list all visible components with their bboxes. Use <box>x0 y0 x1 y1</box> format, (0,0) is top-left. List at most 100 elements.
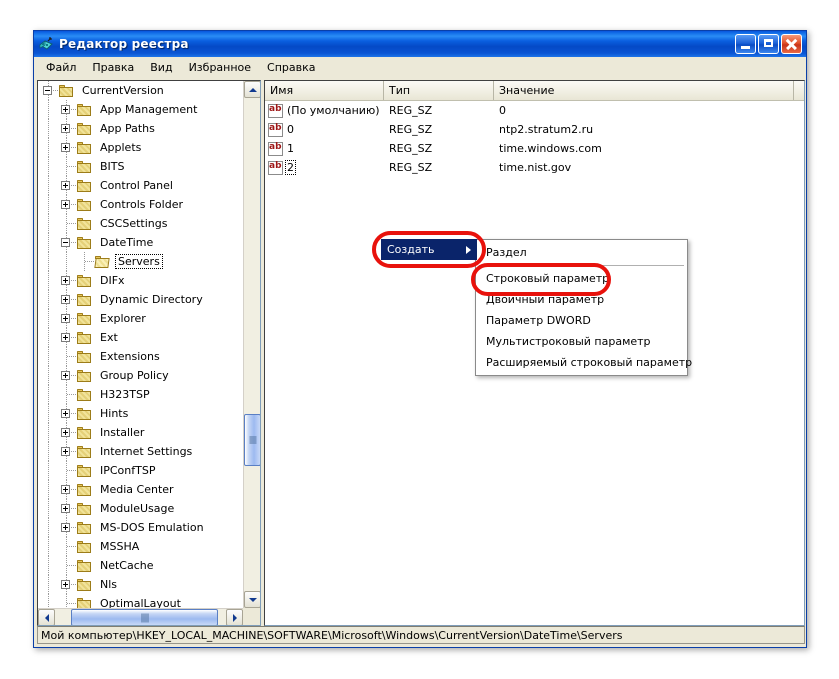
tree-item-label: H323TSP <box>100 388 150 401</box>
expand-icon[interactable] <box>58 138 76 157</box>
title-bar[interactable]: Редактор реестра <box>34 31 806 57</box>
collapse-icon[interactable] <box>58 233 76 252</box>
folder-icon <box>76 407 94 421</box>
context-menu-item[interactable]: Раздел <box>476 242 687 263</box>
maximize-button[interactable] <box>758 34 779 54</box>
create-submenu: Раздел Строковый параметр Двоичный парамет… <box>475 239 692 376</box>
registry-editor-icon <box>38 36 54 52</box>
tree-indent <box>40 271 58 290</box>
tree-item-group-policy[interactable]: Group Policy <box>38 366 243 385</box>
tree-item-nls[interactable]: Nls <box>38 575 243 594</box>
expand-icon[interactable] <box>58 575 76 594</box>
expand-icon[interactable] <box>58 271 76 290</box>
collapse-icon[interactable] <box>40 81 58 100</box>
tree-item-installer[interactable]: Installer <box>38 423 243 442</box>
scroll-up-button[interactable] <box>244 81 260 98</box>
tree-item-hints[interactable]: Hints <box>38 404 243 423</box>
value-name-cell: (По умолчанию) <box>265 103 384 118</box>
tree-vscroll-thumb[interactable] <box>244 414 260 466</box>
tree-connector <box>58 157 76 176</box>
tree-item-internet-settings[interactable]: Internet Settings <box>38 442 243 461</box>
tree-item-label: DateTime <box>100 236 154 249</box>
close-button[interactable] <box>781 34 802 54</box>
expand-icon[interactable] <box>58 442 76 461</box>
folder-icon <box>76 388 94 402</box>
context-menu-item[interactable]: Мультистроковый параметр <box>476 331 687 352</box>
table-row[interactable]: 2 REG_SZ time.nist.gov <box>265 158 804 177</box>
expand-icon[interactable] <box>58 195 76 214</box>
expand-icon[interactable] <box>58 518 76 537</box>
registry-tree[interactable]: CurrentVersion App Management App Paths App… <box>38 81 243 608</box>
tree-item-controls-folder[interactable]: Controls Folder <box>38 195 243 214</box>
tree-item-app-paths[interactable]: App Paths <box>38 119 243 138</box>
menu-view[interactable]: Вид <box>142 59 180 76</box>
expand-icon[interactable] <box>58 290 76 309</box>
expand-icon[interactable] <box>58 480 76 499</box>
menu-bar: Файл Правка Вид Избранное Справка <box>34 57 806 78</box>
expand-icon[interactable] <box>58 119 76 138</box>
expand-icon[interactable] <box>58 404 76 423</box>
context-menu-item-create[interactable]: Создать <box>381 239 477 260</box>
tree-item-control-panel[interactable]: Control Panel <box>38 176 243 195</box>
tree-item-servers[interactable]: Servers <box>38 252 243 271</box>
tree-item-dynamic-directory[interactable]: Dynamic Directory <box>38 290 243 309</box>
tree-item-ext[interactable]: Ext <box>38 328 243 347</box>
tree-item-optimallayout[interactable]: OptimalLayout <box>38 594 243 608</box>
tree-item-ms-dos-emulation[interactable]: MS-DOS Emulation <box>38 518 243 537</box>
tree-item-netcache[interactable]: NetCache <box>38 556 243 575</box>
expand-icon[interactable] <box>58 328 76 347</box>
tree-indent <box>40 594 58 608</box>
tree-item-moduleusage[interactable]: ModuleUsage <box>38 499 243 518</box>
value-name-cell: 2 <box>265 160 384 175</box>
menu-edit[interactable]: Правка <box>84 59 142 76</box>
tree-item-explorer[interactable]: Explorer <box>38 309 243 328</box>
column-header-name[interactable]: Имя <box>265 81 384 100</box>
scroll-left-button[interactable] <box>38 609 55 625</box>
menu-file[interactable]: Файл <box>38 59 84 76</box>
scroll-right-button[interactable] <box>226 609 243 625</box>
expand-icon[interactable] <box>58 499 76 518</box>
tree-item-label: ModuleUsage <box>100 502 175 515</box>
tree-item-bits[interactable]: BITS <box>38 157 243 176</box>
tree-item-currentversion[interactable]: CurrentVersion <box>38 81 243 100</box>
table-row[interactable]: 0 REG_SZ ntp2.stratum2.ru <box>265 120 804 139</box>
tree-item-difx[interactable]: DIFx <box>38 271 243 290</box>
tree-vertical-scrollbar[interactable] <box>243 81 260 608</box>
tree-hscroll-thumb[interactable] <box>71 609 218 625</box>
minimize-button[interactable] <box>735 34 756 54</box>
context-menu-item[interactable]: Параметр DWORD <box>476 310 687 331</box>
column-header-value[interactable]: Значение <box>494 81 794 100</box>
tree-item-applets[interactable]: Applets <box>38 138 243 157</box>
table-row[interactable]: (По умолчанию) REG_SZ 0 <box>265 101 804 120</box>
value-type-cell: REG_SZ <box>389 142 433 155</box>
menu-help[interactable]: Справка <box>259 59 323 76</box>
menu-favorites[interactable]: Избранное <box>181 59 259 76</box>
tree-item-cscsettings[interactable]: CSCSettings <box>38 214 243 233</box>
expand-icon[interactable] <box>58 100 76 119</box>
tree-item-media-center[interactable]: Media Center <box>38 480 243 499</box>
tree-item-mssha[interactable]: MSSHA <box>38 537 243 556</box>
context-menu-item[interactable]: Двоичный параметр <box>476 289 687 310</box>
tree-horizontal-scrollbar[interactable] <box>38 608 243 625</box>
expand-icon[interactable] <box>58 366 76 385</box>
menu-separator <box>479 265 684 266</box>
value-data-cell: ntp2.stratum2.ru <box>499 123 594 136</box>
tree-indent <box>40 423 58 442</box>
tree-item-ipconftsp[interactable]: IPConfTSP <box>38 461 243 480</box>
table-row[interactable]: 1 REG_SZ time.windows.com <box>265 139 804 158</box>
registry-values-list[interactable]: (По умолчанию) REG_SZ 0 0 REG_SZ ntp2.stratum… <box>265 101 804 177</box>
tree-indent <box>40 518 58 537</box>
tree-item-extensions[interactable]: Extensions <box>38 347 243 366</box>
expand-icon[interactable] <box>58 309 76 328</box>
expand-icon[interactable] <box>58 176 76 195</box>
tree-indent <box>40 119 58 138</box>
tree-item-h323tsp[interactable]: H323TSP <box>38 385 243 404</box>
scroll-down-button[interactable] <box>244 591 260 608</box>
context-menu-item[interactable]: Расширяемый строковый параметр <box>476 352 692 373</box>
expand-icon[interactable] <box>58 423 76 442</box>
column-header-type[interactable]: Тип <box>384 81 494 100</box>
value-name-text: 2 <box>285 160 296 175</box>
tree-item-datetime[interactable]: DateTime <box>38 233 243 252</box>
tree-item-app-management[interactable]: App Management <box>38 100 243 119</box>
context-menu-item[interactable]: Строковый параметр <box>476 268 687 289</box>
